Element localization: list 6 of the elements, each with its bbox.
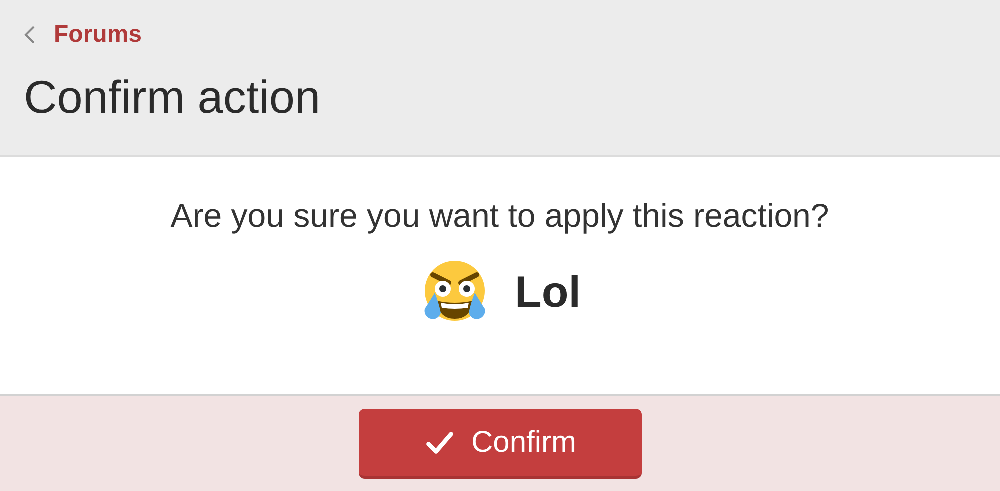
confirmation-message: Are you sure you want to apply this reaction? bbox=[170, 197, 830, 235]
breadcrumb-link[interactable]: Forums bbox=[54, 21, 142, 49]
confirm-button[interactable]: Confirm bbox=[358, 409, 642, 479]
back-chevron-icon[interactable] bbox=[24, 25, 36, 45]
page-title: Confirm action bbox=[24, 70, 322, 124]
reaction-label: Lol bbox=[515, 268, 581, 318]
